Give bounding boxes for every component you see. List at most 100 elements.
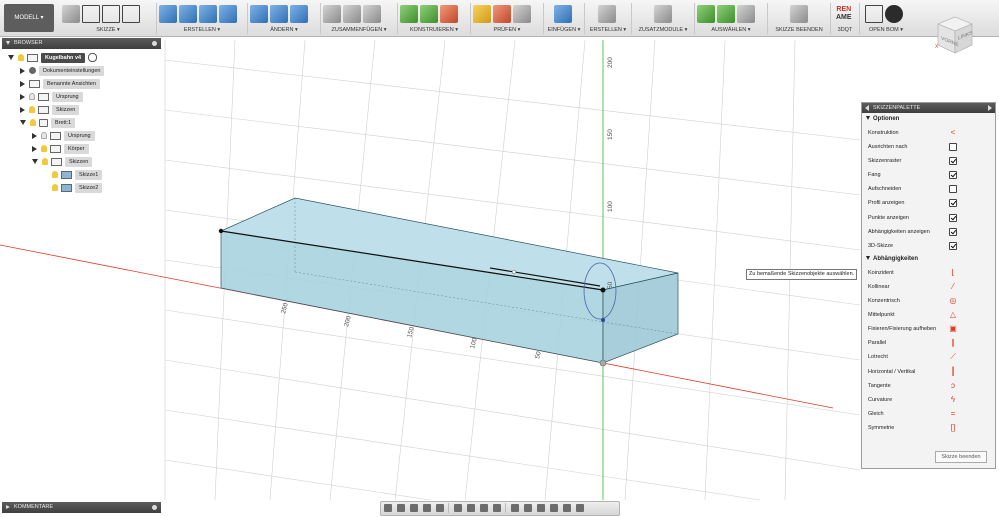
line-icon[interactable] xyxy=(82,5,100,23)
fit-icon[interactable] xyxy=(436,504,444,512)
construction-icon[interactable]: < xyxy=(949,129,957,137)
toolbar-group-erstellen[interactable]: ERSTELLEN ▾ xyxy=(157,3,248,34)
equal-icon[interactable]: = xyxy=(949,409,957,418)
options-section-header[interactable]: Optionen xyxy=(862,113,995,126)
expand-icon[interactable] xyxy=(6,504,10,509)
expand-icon[interactable] xyxy=(32,145,37,152)
constraint-parallel[interactable]: Parallel ∥ xyxy=(862,336,995,350)
constraint-fix[interactable]: Fixieren/Fixierung aufheben ▣ xyxy=(862,322,995,336)
sketch-grid-checkbox[interactable] xyxy=(949,157,957,166)
option-look-at[interactable]: Ausrichten nach xyxy=(862,140,995,154)
toolbar-group-skizze[interactable]: SKIZZE ▾ xyxy=(60,3,157,34)
visibility-bulb-icon[interactable] xyxy=(30,119,36,127)
toolbar-group-auswaehlen[interactable]: AUSWÄHLEN ▾ xyxy=(695,3,768,34)
offset-plane-icon[interactable] xyxy=(400,5,418,23)
environment-icon[interactable] xyxy=(493,504,501,512)
selection-filter-face-icon[interactable] xyxy=(524,504,532,512)
selection-filter-edge-icon[interactable] xyxy=(537,504,545,512)
pin-icon[interactable] xyxy=(152,41,157,46)
rename-icon[interactable]: REN AME xyxy=(836,6,852,22)
selection-filter-body-icon[interactable] xyxy=(511,504,519,512)
toolbar-group-konstruieren[interactable]: KONSTRUIEREN ▾ xyxy=(398,3,471,34)
constraint-curvature[interactable]: Curvature ϟ xyxy=(862,393,995,407)
snap-checkbox[interactable] xyxy=(949,171,957,180)
browser-panel-header[interactable]: BROWSER xyxy=(2,38,161,49)
option-show-constraints[interactable]: Abhängigkeiten anzeigen xyxy=(862,225,995,239)
toolbar-group-aendern[interactable]: ÄNDERN ▾ xyxy=(248,3,321,34)
horizontal-vertical-icon[interactable]: ┃ xyxy=(949,367,957,376)
visibility-bulb-icon[interactable] xyxy=(42,158,48,166)
export-icon[interactable] xyxy=(865,5,883,23)
show-profile-checkbox[interactable] xyxy=(949,199,957,208)
point-construct-icon[interactable] xyxy=(440,5,458,23)
perpendicular-icon[interactable]: ⟋ xyxy=(949,353,957,361)
visibility-bulb-icon[interactable] xyxy=(52,184,58,192)
toolbar-group-skizze-beenden[interactable]: SKIZZE BEENDEN xyxy=(768,3,831,34)
toolbar-group-zusammenfuegen[interactable]: ZUSAMMENFÜGEN ▾ xyxy=(321,3,398,34)
toolbar-group-einfuegen[interactable]: EINFÜGEN ▾ xyxy=(544,3,585,34)
tree-item-brett-origin[interactable]: Ursprung xyxy=(32,131,95,141)
option-3d-sketch[interactable]: 3D-Skizze xyxy=(862,239,995,253)
viewcube[interactable]: VORNE LINKS X xyxy=(935,15,975,55)
revolve-icon[interactable] xyxy=(179,5,197,23)
pin-icon[interactable] xyxy=(152,505,157,510)
modeling-viewport[interactable]: 200 150 100 50 250 200 150 100 50 xyxy=(0,0,999,517)
orbit-icon[interactable] xyxy=(384,504,392,512)
gear-icon[interactable] xyxy=(885,5,903,23)
constraint-equal[interactable]: Gleich = xyxy=(862,407,995,421)
point-icon[interactable] xyxy=(122,5,140,23)
constraint-midpoint[interactable]: Mittelpunkt △ xyxy=(862,308,995,322)
tree-item-document-settings[interactable]: Dokumenteinstellungen xyxy=(20,66,105,76)
workspace-switcher[interactable]: MODELL ▾ xyxy=(4,4,54,32)
midpoint-icon[interactable]: △ xyxy=(949,311,957,319)
toolbar-group-zusatzmodule[interactable]: ZUSATZMODULE ▾ xyxy=(632,3,695,34)
interference-icon[interactable] xyxy=(493,5,511,23)
expand-icon[interactable] xyxy=(32,132,37,139)
tree-item-root[interactable]: Kugelbahn v4 xyxy=(8,53,98,63)
expand-icon[interactable] xyxy=(20,80,25,87)
zoom-icon[interactable] xyxy=(423,504,431,512)
coincident-icon[interactable]: ⌊ xyxy=(949,268,957,277)
option-snap[interactable]: Fang xyxy=(862,168,995,182)
insert-image-icon[interactable] xyxy=(554,5,572,23)
constraint-symmetry[interactable]: Symmetrie [] xyxy=(862,421,995,435)
grid-settings-icon[interactable] xyxy=(467,504,475,512)
toolbar-group-3dqt[interactable]: REN AME 3DQT xyxy=(831,3,860,34)
visibility-bulb-off-icon[interactable] xyxy=(41,132,47,140)
press-pull-icon[interactable] xyxy=(250,5,268,23)
selection-filter-vertex-icon[interactable] xyxy=(550,504,558,512)
rectangle-icon[interactable] xyxy=(102,5,120,23)
option-show-points[interactable]: Punkte anzeigen xyxy=(862,211,995,225)
window-select-icon[interactable] xyxy=(717,5,735,23)
expand-icon[interactable] xyxy=(20,106,25,113)
lock-icon[interactable]: ▣ xyxy=(949,325,957,333)
collapse-left-icon[interactable] xyxy=(865,105,869,111)
show-constraints-checkbox[interactable] xyxy=(949,227,957,236)
constraint-perpendicular[interactable]: Lotrecht ⟋ xyxy=(862,350,995,364)
constraint-collinear[interactable]: Kollinear ⁄ xyxy=(862,280,995,294)
visibility-bulb-icon[interactable] xyxy=(18,54,24,62)
parallel-icon[interactable]: ∥ xyxy=(949,339,957,347)
tree-item-sketch2[interactable]: Skizze2 xyxy=(52,183,103,193)
look-at-nav-icon[interactable] xyxy=(397,504,405,512)
addins-icon[interactable] xyxy=(654,5,672,23)
joint-icon[interactable] xyxy=(343,5,361,23)
collapse-icon[interactable] xyxy=(6,40,10,45)
render-icon[interactable] xyxy=(598,5,616,23)
as-built-joint-icon[interactable] xyxy=(363,5,381,23)
selection-filter-component-icon[interactable] xyxy=(576,504,584,512)
toolbar-group-pruefen[interactable]: PRÜFEN ▾ xyxy=(471,3,544,34)
paint-select-icon[interactable] xyxy=(737,5,755,23)
symmetry-icon[interactable]: [] xyxy=(949,423,957,432)
tree-item-component-brett[interactable]: Brett:1 xyxy=(20,118,76,128)
display-settings-icon[interactable] xyxy=(454,504,462,512)
activate-radio-icon[interactable] xyxy=(88,53,98,63)
tree-item-sketches[interactable]: Skizzen xyxy=(20,105,80,115)
expand-right-icon[interactable] xyxy=(988,105,992,111)
constraints-section-header[interactable]: Abhängigkeiten xyxy=(862,253,995,266)
tangent-icon[interactable]: ↄ xyxy=(949,381,957,390)
select-icon[interactable] xyxy=(697,5,715,23)
pan-icon[interactable] xyxy=(410,504,418,512)
fillet-icon[interactable] xyxy=(270,5,288,23)
concentric-icon[interactable]: ◎ xyxy=(949,297,957,305)
